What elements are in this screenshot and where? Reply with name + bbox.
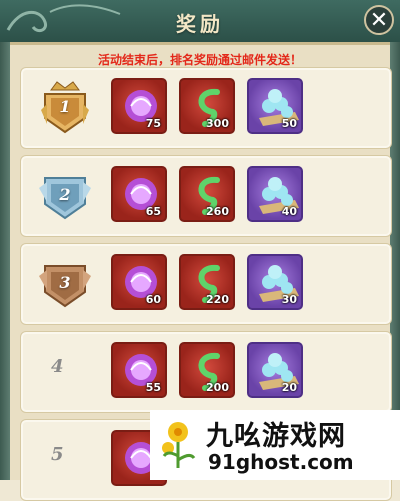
rank-number: 5 [51,444,64,465]
reward-row-rank-2: 2 65 260 40 [20,155,392,237]
rank-number: 1 [59,97,71,116]
frame-left [0,42,10,480]
reward-item-pearls[interactable]: 20 [247,342,303,398]
bronze-badge-icon: 3 [37,256,93,312]
item-count: 65 [145,205,161,218]
reward-row-rank-4: 4 55 200 20 [20,331,392,413]
reward-item-leaf[interactable]: 200 [179,342,235,398]
rank-number: 3 [59,273,71,292]
item-count: 220 [206,293,229,306]
window-title: 奖励 [176,12,224,36]
reward-item-orb[interactable]: 75 [111,78,167,134]
item-count: 50 [281,117,297,130]
reward-row-rank-1: 1 75 300 50 [20,67,392,149]
reward-item-pearls[interactable]: 50 [247,78,303,134]
reward-item-leaf[interactable]: 300 [179,78,235,134]
item-count: 200 [206,381,229,394]
item-count: 60 [145,293,161,306]
reward-row-rank-3: 3 60 220 30 [20,243,392,325]
item-count: 75 [145,117,161,130]
item-count: 40 [281,205,297,218]
watermark-name: 九吆游戏网 [206,421,346,452]
reward-item-pearls[interactable]: 40 [247,166,303,222]
title-bar: 奖励 ✕ [0,0,400,45]
reward-item-orb[interactable]: 55 [111,342,167,398]
rank-number: 4 [51,356,64,377]
gold-crown-badge-icon: 1 [37,80,93,136]
rank-number: 2 [59,185,71,204]
site-watermark: 九吆游戏网 91ghost.com [150,410,400,480]
flower-logo-icon [162,422,196,468]
reward-notice: 活动结束后，排名奖励通过邮件发送！ [97,53,302,67]
item-count: 300 [206,117,229,130]
close-button[interactable]: ✕ [364,5,394,35]
reward-item-leaf[interactable]: 220 [179,254,235,310]
item-count: 30 [281,293,297,306]
silver-badge-icon: 2 [37,168,93,224]
item-count: 20 [281,381,297,394]
watermark-url: 91ghost.com [208,450,354,474]
reward-item-leaf[interactable]: 260 [179,166,235,222]
reward-item-orb[interactable]: 60 [111,254,167,310]
reward-item-orb[interactable]: 65 [111,166,167,222]
item-count: 260 [206,205,229,218]
close-icon: ✕ [369,8,389,33]
item-count: 55 [145,381,161,394]
reward-item-pearls[interactable]: 30 [247,254,303,310]
